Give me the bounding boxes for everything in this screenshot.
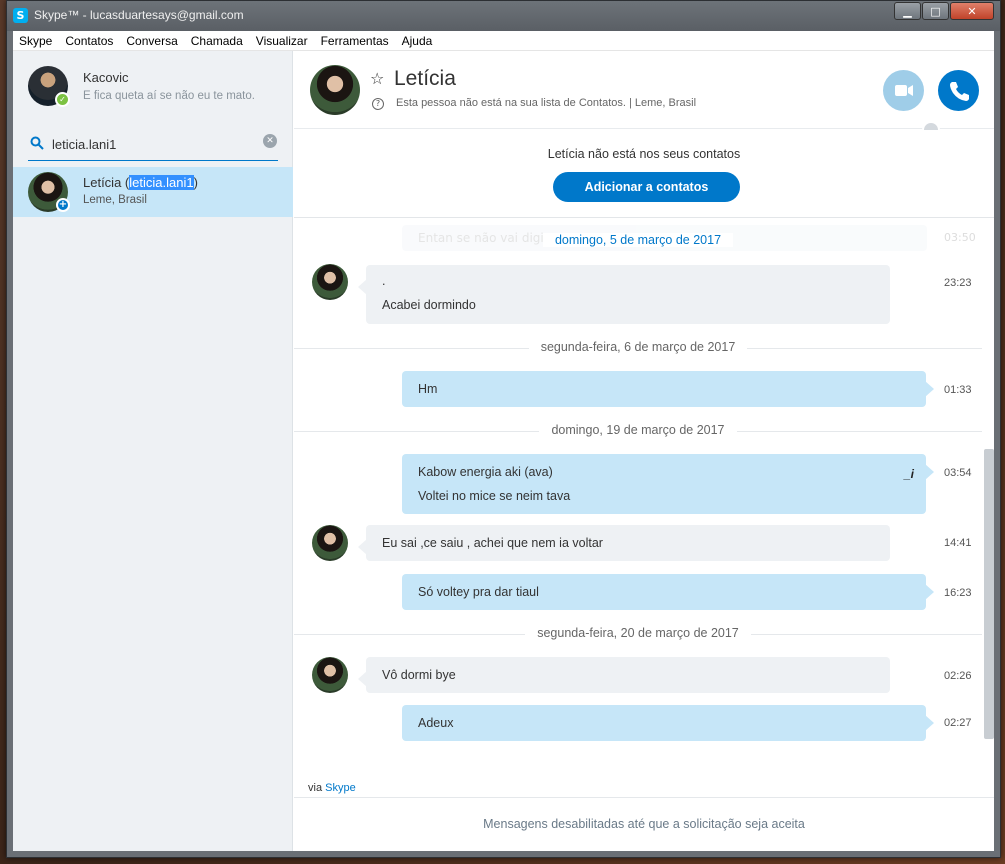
conversation-history[interactable]: Entan se não vai digitar 03:50 domingo, … (294, 219, 982, 767)
message-time: 14:41 (944, 537, 972, 549)
result-name: Letícia (leticia.lani1) (83, 175, 198, 190)
skype-window: S Skype™ - lucasduartesays@gmail.com ▁ □… (6, 0, 1001, 858)
message-line: Hm (418, 382, 438, 396)
message-line: Kabow energia aki (ava) (418, 465, 553, 479)
contact-info: Esta pessoa não está na sua lista de Con… (396, 97, 697, 109)
contact-name: Letícia (394, 67, 456, 90)
date-separator: domingo, 19 de março de 2017 (294, 423, 982, 439)
search-box: ✕ (28, 127, 278, 161)
via-skype-link[interactable]: Skype (325, 782, 356, 794)
menu-chamada[interactable]: Chamada (191, 34, 243, 48)
message-time: 16:23 (944, 587, 972, 599)
message-incoming[interactable]: Vô dormi bye (358, 657, 890, 693)
date-separator: domingo, 5 de março de 2017 (294, 233, 982, 249)
audio-call-button[interactable] (938, 70, 979, 111)
messages-disabled-text: Mensagens desabilitadas até que a solici… (483, 817, 805, 831)
my-profile[interactable]: ✓ Kacovic E fica queta aí se não eu te m… (13, 51, 293, 117)
my-name: Kacovic (83, 70, 129, 85)
message-outgoing[interactable]: Só voltey pra dar tiaul (402, 574, 934, 610)
online-status-icon: ✓ (55, 92, 70, 107)
menu-skype[interactable]: Skype (19, 34, 52, 48)
menu-bar: Skype Contatos Conversa Chamada Visualiz… (13, 31, 994, 51)
add-contact-text: Letícia não está nos seus contatos (547, 147, 741, 161)
message-time: 23:23 (944, 277, 972, 289)
chat-header: ☆ Letícia ? Esta pessoa não está na sua … (294, 51, 994, 139)
video-call-button[interactable] (883, 70, 924, 111)
add-contact-panel: Letícia não está nos seus contatos Adici… (294, 130, 994, 218)
search-icon (30, 136, 44, 150)
menu-ferramentas[interactable]: Ferramentas (321, 34, 389, 48)
message-avatar (312, 525, 348, 561)
via-label: via Skype (308, 782, 356, 794)
message-time: 02:26 (944, 670, 972, 682)
menu-visualizar[interactable]: Visualizar (256, 34, 308, 48)
message-outgoing[interactable]: Hm (402, 371, 934, 407)
message-line: . (382, 274, 386, 288)
chat-panel: ☆ Letícia ? Esta pessoa não está na sua … (294, 51, 994, 851)
message-footer: Mensagens desabilitadas até que a solici… (294, 797, 994, 851)
message-outgoing[interactable]: Adeux (402, 705, 934, 741)
message-incoming[interactable]: . Acabei dormindo (358, 265, 890, 324)
favorite-star-icon[interactable]: ☆ (370, 69, 384, 88)
skype-logo-icon: S (13, 8, 28, 23)
message-time: 01:33 (944, 384, 972, 396)
message-line: Adeux (418, 716, 454, 730)
my-mood-message: E fica queta aí se não eu te mato. (83, 90, 255, 102)
sidebar: ✓ Kacovic E fica queta aí se não eu te m… (13, 51, 293, 851)
contact-avatar[interactable] (310, 65, 360, 115)
message-line: Acabei dormindo (382, 298, 476, 312)
maximize-button[interactable]: □ (922, 2, 949, 20)
date-separator: segunda-feira, 20 de março de 2017 (294, 626, 982, 642)
edited-indicator-icon: _i (903, 467, 914, 481)
message-line: Eu sai ,ce saiu , achei que nem ia volta… (382, 536, 603, 550)
message-outgoing[interactable]: Kabow energia aki (ava) Voltei no mice s… (402, 454, 934, 514)
minimize-button[interactable]: ▁ (894, 2, 921, 20)
phone-icon (950, 82, 969, 101)
menu-contatos[interactable]: Contatos (65, 34, 113, 48)
conversation-scrollbar[interactable] (984, 449, 994, 739)
message-line: Vô dormi bye (382, 668, 456, 682)
add-contact-badge-icon: + (56, 198, 70, 212)
clear-search-icon[interactable]: ✕ (263, 134, 277, 148)
search-input[interactable] (52, 133, 252, 155)
result-location: Leme, Brasil (83, 194, 147, 206)
video-camera-icon (895, 85, 913, 96)
menu-conversa[interactable]: Conversa (126, 34, 177, 48)
message-avatar (312, 264, 348, 300)
message-incoming[interactable]: Eu sai ,ce saiu , achei que nem ia volta… (358, 525, 890, 561)
window-controls: ▁ □ ✕ (894, 2, 994, 20)
message-time: 03:54 (944, 467, 972, 479)
message-time: 02:27 (944, 717, 972, 729)
message-avatar (312, 657, 348, 693)
message-line: Só voltey pra dar tiaul (418, 585, 539, 599)
title-bar[interactable]: S Skype™ - lucasduartesays@gmail.com ▁ □… (7, 1, 1000, 31)
close-button[interactable]: ✕ (950, 2, 994, 20)
window-title: Skype™ - lucasduartesays@gmail.com (34, 8, 244, 22)
message-line: Voltei no mice se neim tava (418, 489, 571, 503)
menu-ajuda[interactable]: Ajuda (402, 34, 433, 48)
help-icon[interactable]: ? (372, 98, 384, 110)
date-separator: segunda-feira, 6 de março de 2017 (294, 340, 982, 356)
search-result-item[interactable]: + Letícia (leticia.lani1) Leme, Brasil (13, 167, 293, 217)
client-area: ✓ Kacovic E fica queta aí se não eu te m… (13, 51, 994, 851)
add-to-contacts-button[interactable]: Adicionar a contatos (553, 172, 740, 202)
